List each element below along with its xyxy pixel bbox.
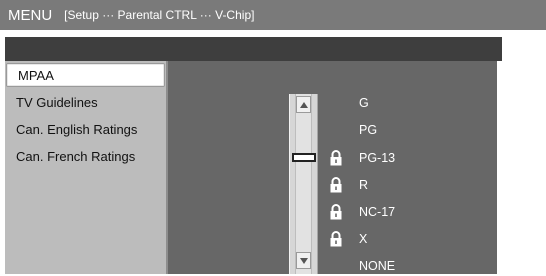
panel-header-band (5, 37, 502, 61)
sidebar-item-label: TV Guidelines (16, 95, 98, 110)
arrow-down-icon (300, 258, 308, 264)
rating-slider-track[interactable] (289, 94, 318, 274)
slider-down-button[interactable] (296, 252, 311, 269)
padlock-icon (330, 204, 342, 220)
rating-label: R (359, 178, 369, 192)
rating-label: G (359, 96, 369, 110)
sidebar-item-tv-guidelines[interactable]: TV Guidelines (5, 91, 166, 115)
rating-option-r[interactable]: R (359, 175, 368, 195)
rating-label: PG-13 (359, 151, 396, 165)
rating-option-pg[interactable]: PG (359, 120, 377, 140)
sidebar-item-label: Can. English Ratings (16, 122, 138, 137)
rating-option-x[interactable]: X (359, 229, 367, 249)
padlock-icon (330, 177, 342, 193)
rating-option-g[interactable]: G (359, 93, 369, 113)
sidebar-item-label: Can. French Ratings (16, 149, 136, 164)
padlock-icon (330, 231, 342, 247)
arrow-up-icon (300, 102, 308, 108)
rating-system-sidebar: MPAA TV Guidelines Can. English Ratings … (5, 61, 168, 274)
padlock-icon (330, 150, 342, 166)
slider-up-button[interactable] (296, 96, 311, 113)
breadcrumb: [Setup ··· Parental CTRL ··· V-Chip] (64, 8, 255, 22)
sidebar-item-label: MPAA (18, 68, 54, 83)
rating-label: PG (359, 123, 378, 137)
rating-label: NONE (359, 259, 396, 273)
rating-option-pg-13[interactable]: PG-13 (359, 148, 395, 168)
rating-slider-thumb[interactable] (292, 153, 316, 162)
menu-label: MENU (8, 6, 53, 24)
rating-option-nc-17[interactable]: NC-17 (359, 202, 395, 222)
slider-groove (295, 94, 312, 274)
rating-label: X (359, 232, 368, 246)
menu-title-bar: MENU [Setup ··· Parental CTRL ··· V-Chip… (0, 0, 546, 30)
sidebar-item-can-french-ratings[interactable]: Can. French Ratings (5, 145, 166, 169)
sidebar-item-can-english-ratings[interactable]: Can. English Ratings (5, 118, 166, 142)
rating-label: NC-17 (359, 205, 396, 219)
rating-option-none[interactable]: NONE (359, 256, 395, 276)
sidebar-item-mpaa[interactable]: MPAA (6, 63, 165, 87)
